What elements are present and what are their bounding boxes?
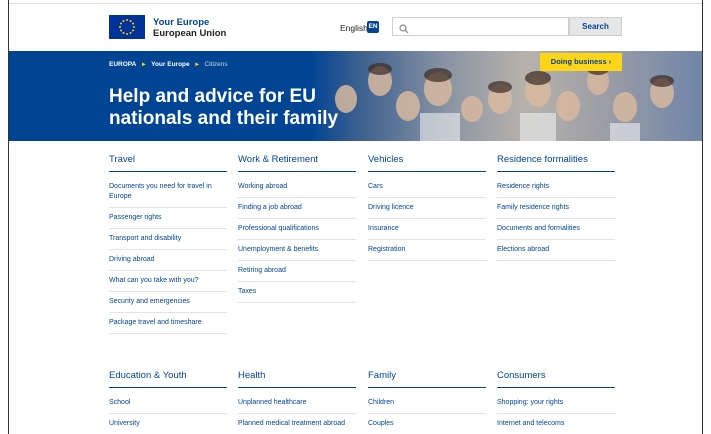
section-title[interactable]: Work & Retirement xyxy=(238,154,356,172)
link-unemployment-benefits[interactable]: Unemployment & benefits xyxy=(238,240,356,261)
link-professional-qualifications[interactable]: Professional qualifications xyxy=(238,219,356,240)
search-input[interactable] xyxy=(413,19,567,36)
frame-border xyxy=(702,0,703,434)
section-title[interactable]: Education & Youth xyxy=(109,370,227,388)
link-shopping-rights[interactable]: Shopping: your rights xyxy=(497,393,615,414)
link-taxes[interactable]: Taxes xyxy=(238,282,356,303)
link-driving-licence[interactable]: Driving licence xyxy=(368,198,486,219)
link-unplanned-healthcare[interactable]: Unplanned healthcare xyxy=(238,393,356,414)
language-selector[interactable]: English xyxy=(340,23,368,33)
doing-business-button[interactable]: Doing business › xyxy=(540,53,622,71)
link-security-emergencies[interactable]: Security and emergencies xyxy=(109,292,227,313)
link-cars[interactable]: Cars xyxy=(368,177,486,198)
search-button[interactable]: Search xyxy=(569,17,622,36)
link-couples[interactable]: Couples xyxy=(368,414,486,434)
breadcrumb-europa[interactable]: EUROPA xyxy=(109,61,136,68)
link-travel-documents[interactable]: Documents you need for travel in Europe xyxy=(109,177,227,208)
breadcrumb-your-europe[interactable]: Your Europe xyxy=(151,61,190,68)
section-health: Health Unplanned healthcare Planned medi… xyxy=(238,370,356,434)
breadcrumb-citizens[interactable]: Citizens xyxy=(205,61,228,68)
link-school[interactable]: School xyxy=(109,393,227,414)
link-working-abroad[interactable]: Working abroad xyxy=(238,177,356,198)
page: Your Europe European Union English EN Se… xyxy=(0,0,711,434)
doing-business-label: Doing business xyxy=(550,57,607,66)
section-title[interactable]: Consumers xyxy=(497,370,615,388)
section-travel: Travel Documents you need for travel in … xyxy=(109,154,227,334)
section-title[interactable]: Vehicles xyxy=(368,154,486,172)
link-passenger-rights[interactable]: Passenger rights xyxy=(109,208,227,229)
page-title: Help and advice for EU nationals and the… xyxy=(109,86,339,129)
hero-banner: EUROPA ▸ Your Europe ▸ Citizens Help and… xyxy=(9,51,702,141)
section-work-retirement: Work & Retirement Working abroad Finding… xyxy=(238,154,356,303)
section-residence-formalities: Residence formalities Residence rights F… xyxy=(497,154,615,261)
search-icon xyxy=(399,21,409,39)
section-vehicles: Vehicles Cars Driving licence Insurance … xyxy=(368,154,486,261)
section-title[interactable]: Family xyxy=(368,370,486,388)
chevron-right-icon: › xyxy=(608,57,612,66)
link-transport-disability[interactable]: Transport and disability xyxy=(109,229,227,250)
section-title[interactable]: Travel xyxy=(109,154,227,172)
link-registration[interactable]: Registration xyxy=(368,240,486,261)
link-finding-job[interactable]: Finding a job abroad xyxy=(238,198,356,219)
chevron-right-icon: ▸ xyxy=(195,61,199,68)
link-children[interactable]: Children xyxy=(368,393,486,414)
breadcrumb: EUROPA ▸ Your Europe ▸ Citizens xyxy=(109,60,232,68)
link-insurance[interactable]: Insurance xyxy=(368,219,486,240)
section-education-youth: Education & Youth School University xyxy=(109,370,227,434)
site-name-line2: European Union xyxy=(153,28,227,39)
section-title[interactable]: Residence formalities xyxy=(497,154,615,172)
link-internet-telecoms[interactable]: Internet and telecoms xyxy=(497,414,615,434)
eu-flag-logo[interactable] xyxy=(109,15,145,39)
site-header: Your Europe European Union English EN Se… xyxy=(9,4,702,51)
link-elections-abroad[interactable]: Elections abroad xyxy=(497,240,615,261)
search-box[interactable] xyxy=(392,17,569,36)
link-family-residence-rights[interactable]: Family residence rights xyxy=(497,198,615,219)
chevron-right-icon: ▸ xyxy=(142,61,146,68)
section-consumers: Consumers Shopping: your rights Internet… xyxy=(497,370,615,434)
link-package-travel[interactable]: Package travel and timeshare xyxy=(109,313,227,334)
link-retiring-abroad[interactable]: Retiring abroad xyxy=(238,261,356,282)
link-what-can-you-take[interactable]: What can you take with you? xyxy=(109,271,227,292)
link-university[interactable]: University xyxy=(109,414,227,434)
section-title[interactable]: Health xyxy=(238,370,356,388)
language-code-badge[interactable]: EN xyxy=(367,21,379,33)
site-name-line1: Your Europe xyxy=(153,17,210,28)
link-driving-abroad[interactable]: Driving abroad xyxy=(109,250,227,271)
link-documents-formalities[interactable]: Documents and formalities xyxy=(497,219,615,240)
section-family: Family Children Couples xyxy=(368,370,486,434)
link-residence-rights[interactable]: Residence rights xyxy=(497,177,615,198)
site-name[interactable]: Your Europe European Union xyxy=(153,17,226,39)
link-planned-treatment[interactable]: Planned medical treatment abroad xyxy=(238,414,356,434)
